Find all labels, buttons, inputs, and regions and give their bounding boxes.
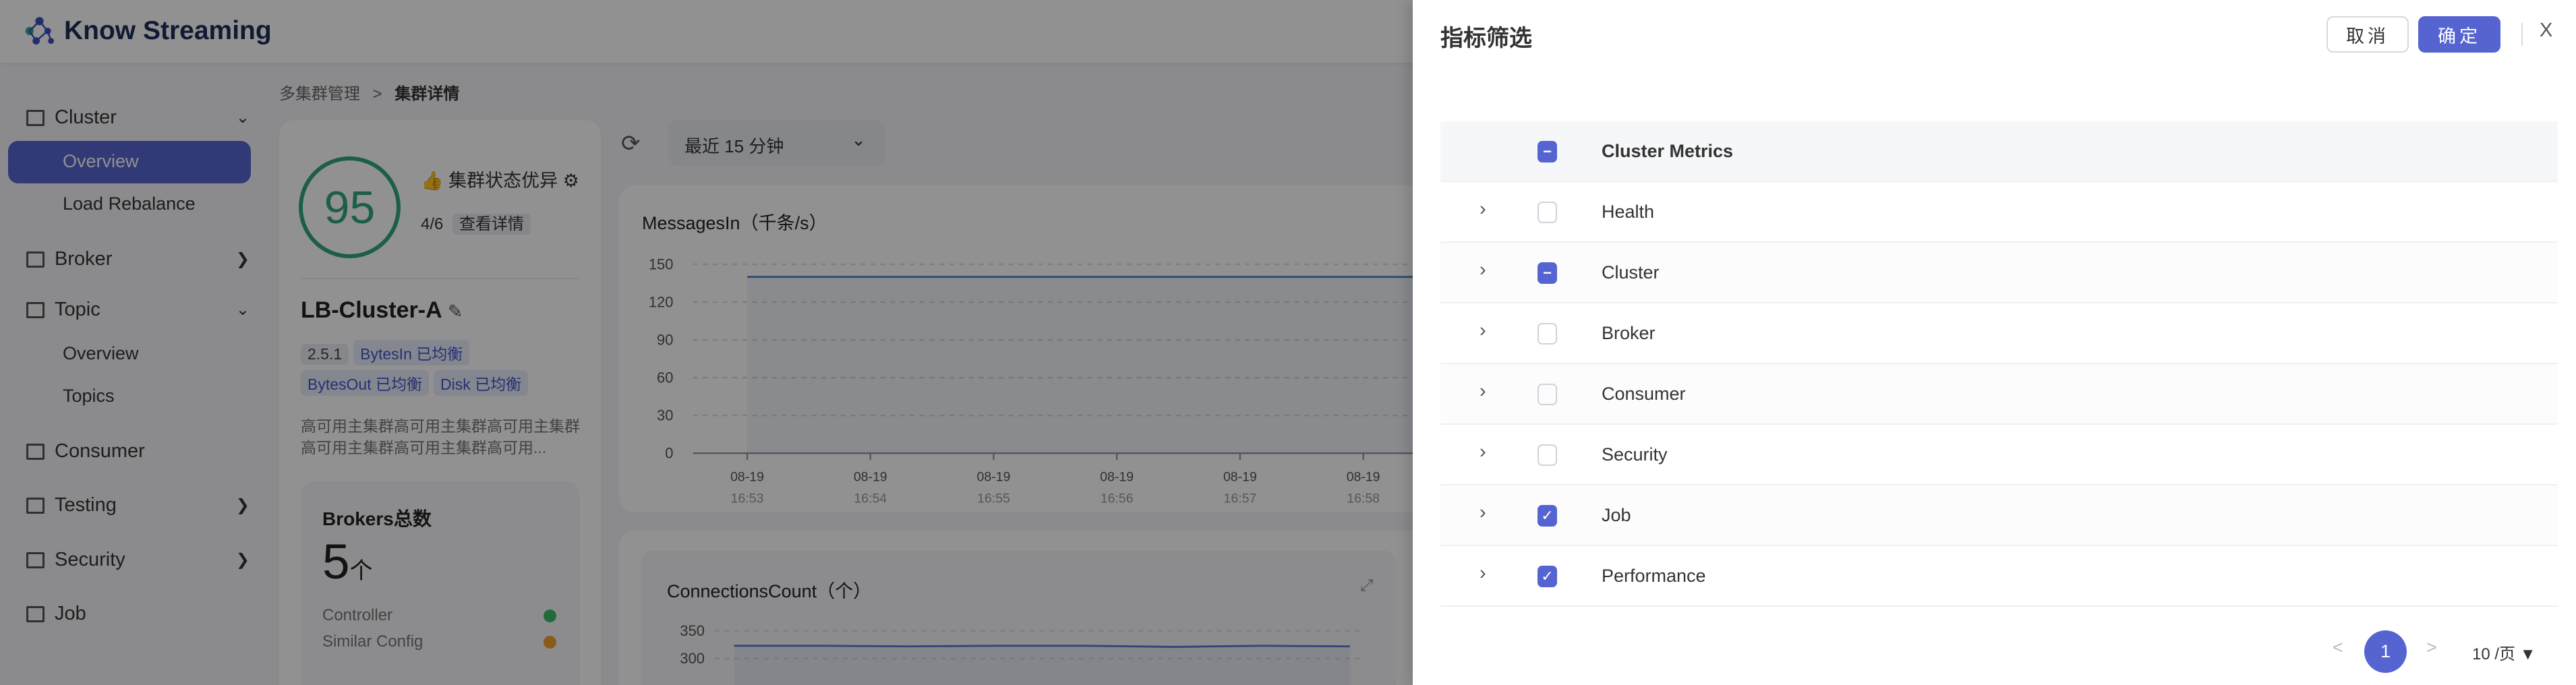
metric-filter-drawer: 指标筛选 取消 确定 X − Cluster Metrics › Health › −… [1413, 0, 2576, 685]
row-checkbox[interactable] [1538, 202, 1557, 223]
row-label: Health [1602, 202, 1655, 222]
table-row: › Consumer [1440, 364, 2558, 425]
row-checkbox[interactable] [1538, 444, 1557, 466]
row-label: Consumer [1602, 384, 1686, 404]
row-label: Security [1602, 444, 1668, 465]
table-row: › Broker [1440, 303, 2558, 364]
row-label: Cluster [1602, 262, 1660, 282]
table-header-row: − Cluster Metrics [1440, 121, 2558, 182]
row-label: Job [1602, 505, 1631, 525]
row-label: Performance [1602, 566, 1706, 586]
row-label: Broker [1602, 323, 1656, 343]
table-row: › ✓ Performance [1440, 546, 2558, 607]
table-row: › − Cluster [1440, 243, 2558, 303]
prev-page-button[interactable]: < [2333, 637, 2343, 658]
close-icon[interactable]: X [2540, 20, 2552, 42]
drawer-title: 指标筛选 [1440, 26, 1532, 51]
table-row: › Security [1440, 425, 2558, 485]
expand-row-icon[interactable]: › [1480, 380, 1486, 403]
expand-row-icon[interactable]: › [1480, 502, 1486, 524]
expand-row-icon[interactable]: › [1480, 441, 1486, 463]
confirm-button[interactable]: 确定 [2418, 16, 2500, 53]
page-size-value: 10 /页 [2472, 645, 2516, 663]
row-checkbox[interactable]: ✓ [1538, 566, 1557, 587]
divider [2521, 23, 2523, 46]
table-row: › ✓ Job [1440, 485, 2558, 546]
app-page: Know Streaming Cluster ⌄ Overview Load Re… [0, 0, 2576, 685]
select-all-checkbox[interactable]: − [1538, 141, 1557, 162]
row-checkbox[interactable]: ✓ [1538, 505, 1557, 527]
row-checkbox[interactable]: − [1538, 262, 1557, 284]
page-size-select[interactable]: 10 /页 ▼ [2472, 641, 2536, 664]
row-checkbox[interactable] [1538, 323, 1557, 345]
expand-row-icon[interactable]: › [1480, 259, 1486, 281]
expand-row-icon[interactable]: › [1480, 198, 1486, 220]
header-label: Cluster Metrics [1602, 141, 1734, 161]
caret-down-icon: ▼ [2519, 645, 2536, 663]
page-1-button[interactable]: 1 [2364, 630, 2407, 673]
table-row: › Health [1440, 182, 2558, 243]
next-page-button[interactable]: > [2426, 637, 2437, 658]
cancel-button[interactable]: 取消 [2326, 16, 2409, 53]
expand-row-icon[interactable]: › [1480, 320, 1486, 342]
expand-row-icon[interactable]: › [1480, 562, 1486, 585]
row-checkbox[interactable] [1538, 384, 1557, 405]
